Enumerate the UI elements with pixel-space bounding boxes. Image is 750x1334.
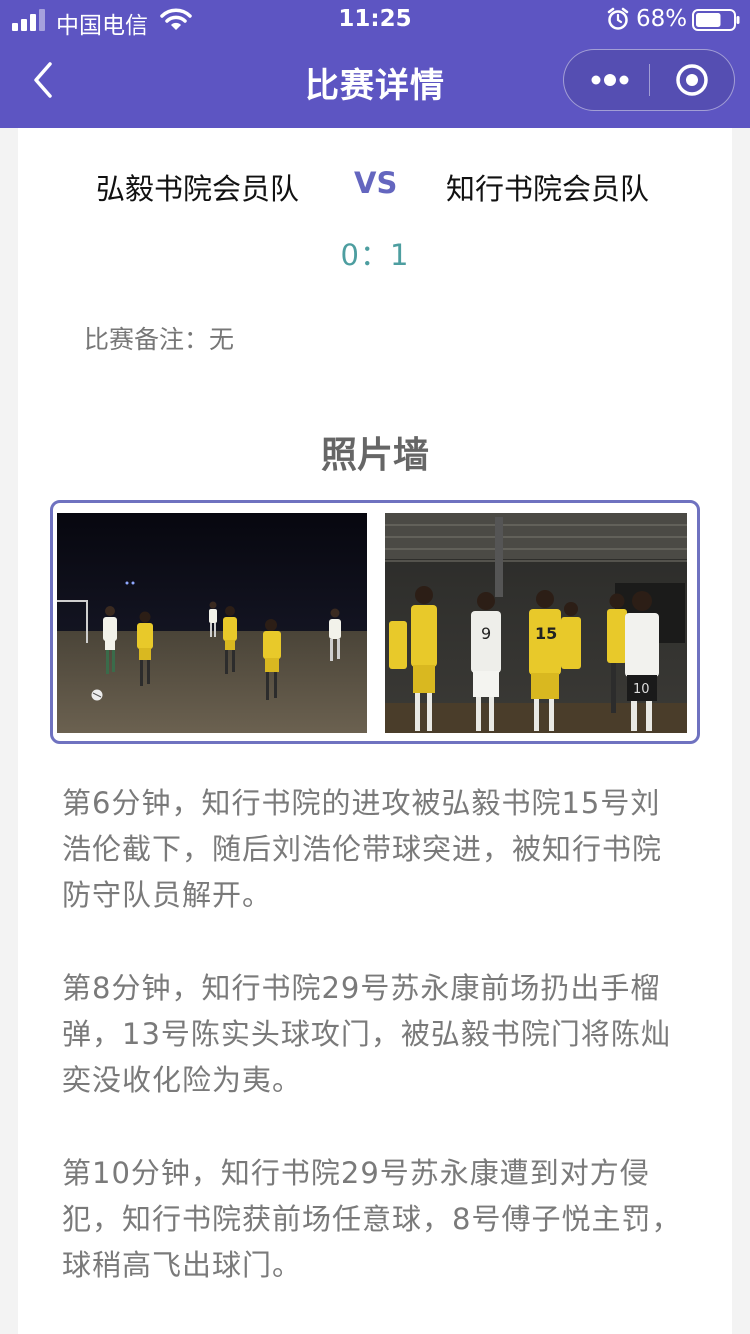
- svg-text:10: 10: [633, 682, 650, 697]
- battery-percent: 68%: [636, 6, 688, 32]
- alarm-icon: [607, 7, 629, 30]
- away-team-name: 知行书院会员队: [446, 172, 650, 206]
- mini-program-capsule: [563, 49, 735, 111]
- capsule-divider: [649, 64, 650, 96]
- match-remark: 比赛备注：无: [84, 325, 235, 354]
- photo-wall-title: 照片墙: [320, 435, 429, 476]
- match-photo-2[interactable]: 9 15 10: [385, 513, 687, 733]
- top-bar: 中国电信 11:25 68% 比赛详情: [0, 0, 750, 128]
- match-detail-card: 弘毅书院会员队 VS 知行书院会员队 0：1 比赛备注：无 照片墙 9 15 1…: [18, 128, 732, 1334]
- svg-text:15: 15: [535, 624, 557, 643]
- photo-wall: 9 15 10: [50, 500, 700, 744]
- match-photo-1[interactable]: [57, 513, 367, 733]
- commentary-paragraph-2: 第8分钟，知行书院29号苏永康前场扔出手榴弹，13号陈实头球攻门，被弘毅书院门将…: [62, 971, 671, 1097]
- battery-icon: [692, 9, 740, 31]
- home-team-name: 弘毅书院会员队: [96, 172, 300, 206]
- svg-text:9: 9: [481, 624, 491, 643]
- commentary-paragraph-3: 第10分钟，知行书院29号苏永康遭到对方侵犯，知行书院获前场任意球，8号傅子悦主…: [62, 1156, 682, 1282]
- more-dots-icon[interactable]: [582, 64, 638, 96]
- target-close-icon[interactable]: [674, 62, 710, 98]
- vs-label: VS: [354, 166, 398, 200]
- status-bar: 中国电信 11:25 68%: [0, 0, 750, 40]
- match-score: 0：1: [340, 238, 410, 272]
- nav-bar: 比赛详情: [0, 40, 750, 128]
- commentary-paragraph-1: 第6分钟，知行书院的进攻被弘毅书院15号刘浩伦截下，随后刘浩伦带球突进，被知行书…: [62, 786, 663, 912]
